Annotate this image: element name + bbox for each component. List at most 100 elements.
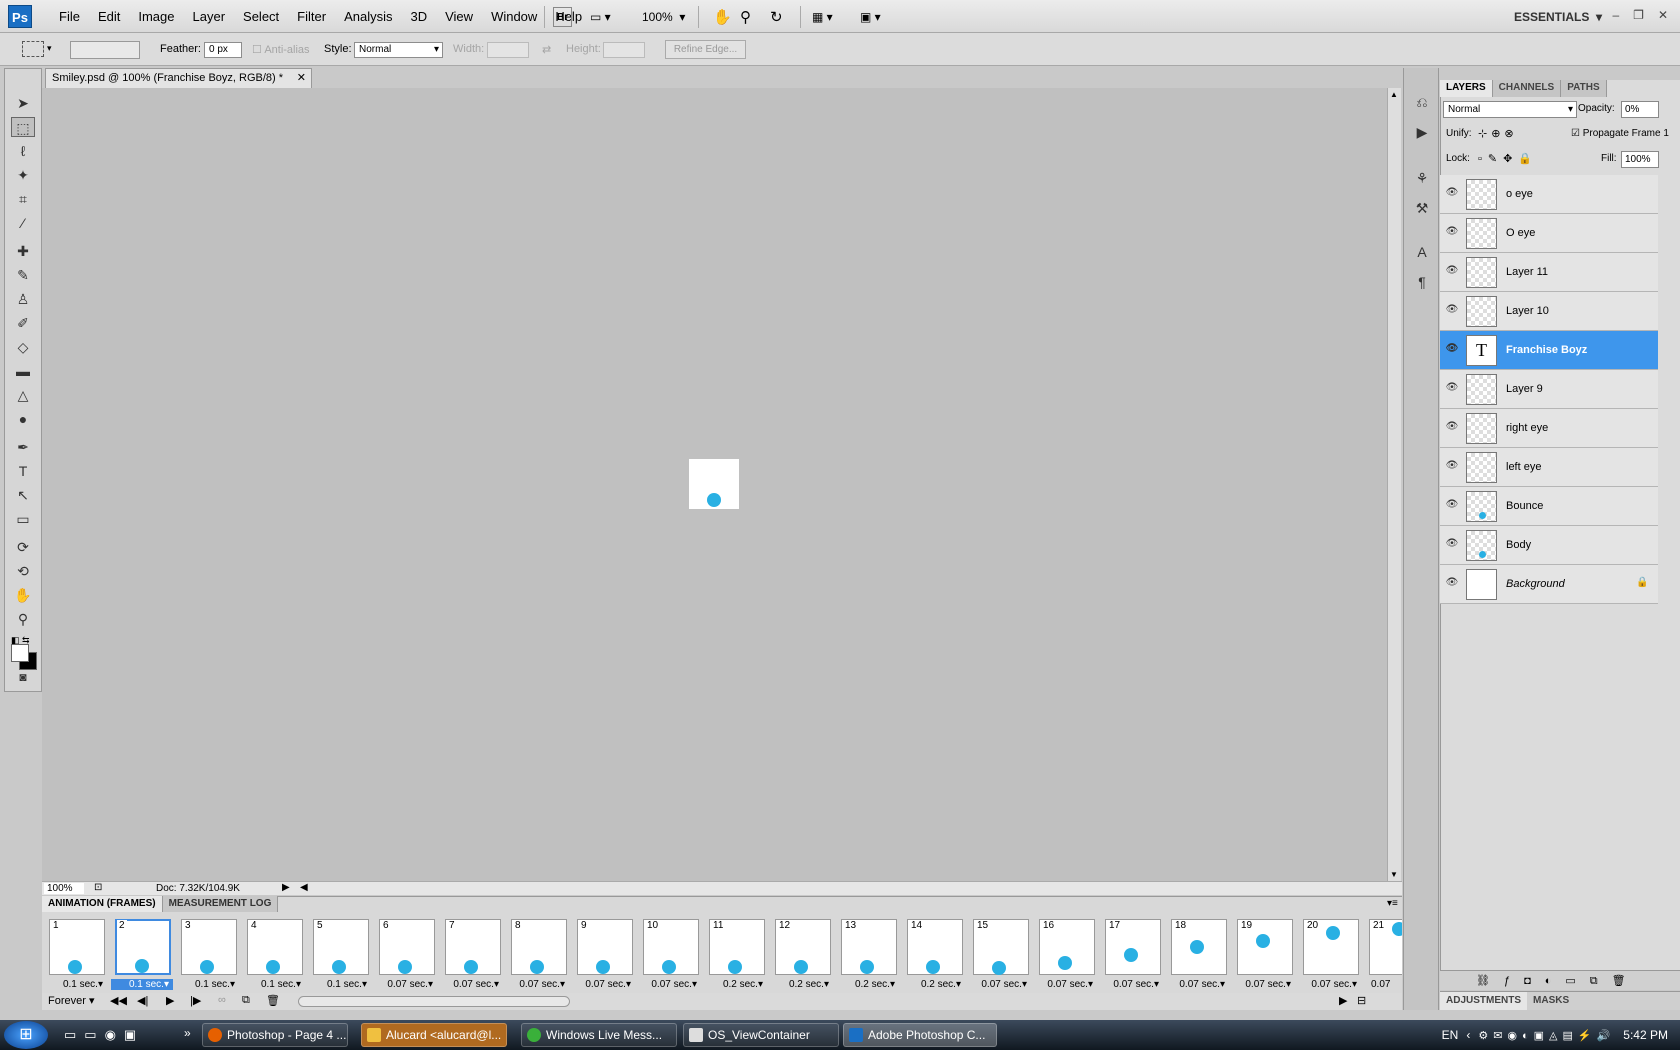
feather-input[interactable]: 0 px [204, 42, 242, 58]
taskbar-button-messenger[interactable]: Windows Live Mess... [521, 1023, 677, 1047]
marquee-preset-icon[interactable] [22, 41, 44, 57]
delete-frame-icon[interactable]: 🗑 [266, 994, 280, 1007]
width-input[interactable] [487, 42, 529, 58]
frame-delay[interactable]: 0.07 sec.▾ [1167, 979, 1229, 990]
play-icon[interactable]: ▶ [166, 994, 174, 1007]
status-menu-icon[interactable]: ⊡ [94, 882, 102, 893]
tab-masks[interactable]: MASKS [1527, 992, 1575, 1010]
menu-image[interactable]: Image [129, 9, 183, 24]
layer-row[interactable]: 👁 O eye [1440, 214, 1658, 253]
frame-delay[interactable]: 0.07 sec.▾ [573, 979, 635, 990]
clone-stamp-icon[interactable]: ♙ [11, 289, 35, 309]
clock[interactable]: 5:42 PM [1623, 1028, 1668, 1042]
taskbar-button-photoshop[interactable]: Adobe Photoshop C... [843, 1023, 997, 1047]
animation-frame[interactable]: 7 0.07 sec.▾ [441, 919, 503, 993]
rotate-view-icon[interactable]: ↻ [770, 7, 783, 27]
animation-frame[interactable]: 14 0.2 sec.▾ [903, 919, 965, 993]
frame-delay[interactable]: 0.07 sec.▾ [1299, 979, 1361, 990]
type-tool-icon[interactable]: T [11, 461, 35, 481]
start-button-icon[interactable]: ⊞ [4, 1021, 48, 1049]
panel-resize-icon[interactable]: ⊟ [1357, 994, 1366, 1007]
animation-frame[interactable]: 6 0.07 sec.▾ [375, 919, 437, 993]
menu-window[interactable]: Window [482, 9, 546, 24]
visibility-eye-icon[interactable]: 👁 [1444, 382, 1460, 396]
layer-row[interactable]: 👁 Body [1440, 526, 1658, 565]
duplicate-frame-icon[interactable]: ⧉ [242, 994, 250, 1007]
frame-delay[interactable]: 0.2 sec.▾ [903, 979, 965, 990]
taskbar-button-email[interactable]: Alucard <alucard@l... [361, 1023, 507, 1047]
menu-filter[interactable]: Filter [288, 9, 335, 24]
tray-icons[interactable]: ⚙✉◉◐▣◬▤⚡🔊 [1478, 1029, 1615, 1042]
zoom-tool-icon[interactable]: ⚲ [740, 7, 751, 27]
animation-frame[interactable]: 4 0.1 sec.▾ [243, 919, 305, 993]
frame-delay[interactable]: 0.07 sec.▾ [639, 979, 701, 990]
hand-tool-icon[interactable]: ✋ [11, 585, 35, 605]
tray-expand-icon[interactable]: ‹ [1466, 1028, 1470, 1042]
tween-icon[interactable]: ∞ [218, 994, 226, 1006]
animation-frame[interactable]: 8 0.07 sec.▾ [507, 919, 569, 993]
layer-row[interactable]: 👁 left eye [1440, 448, 1658, 487]
unify-icons[interactable]: ⊹⊕⊗ [1478, 127, 1518, 140]
animation-frame[interactable]: 5 0.1 sec.▾ [309, 919, 371, 993]
first-frame-icon[interactable]: ◀◀ [110, 994, 127, 1007]
tab-measurement-log[interactable]: MEASUREMENT LOG [162, 896, 279, 912]
layer-row[interactable]: 👁 Layer 9 [1440, 370, 1658, 409]
layer-row[interactable]: 👁 Layer 11 [1440, 253, 1658, 292]
crop-tool-icon[interactable]: ⌗ [11, 189, 35, 209]
animation-frame[interactable]: 3 0.1 sec.▾ [177, 919, 239, 993]
move-tool-icon[interactable]: ➤ [11, 93, 35, 113]
animation-frame[interactable]: 2 0.1 sec.▾ [111, 919, 173, 993]
frame-delay[interactable]: 0.07 sec.▾ [507, 979, 569, 990]
tab-animation-frames[interactable]: ANIMATION (FRAMES) [42, 896, 163, 912]
menu-select[interactable]: Select [234, 9, 288, 24]
screen-mode-button[interactable]: ▣ ▾ [860, 7, 881, 27]
frame-delay[interactable]: 0.2 sec.▾ [837, 979, 899, 990]
frame-delay[interactable]: 0.1 sec.▾ [243, 979, 305, 990]
layer-row[interactable]: 👁 o eye [1440, 175, 1658, 214]
loop-select[interactable]: Forever ▾ [48, 994, 94, 1007]
hand-tool-icon[interactable]: ✋ [713, 7, 732, 27]
hscroll-left-icon[interactable]: ◀ [300, 882, 308, 893]
frame-delay[interactable]: 0.07 sec.▾ [1101, 979, 1163, 990]
tab-layers[interactable]: LAYERS [1440, 80, 1493, 97]
animation-frame[interactable]: 9 0.07 sec.▾ [573, 919, 635, 993]
animation-frame[interactable]: 17 0.07 sec.▾ [1101, 919, 1163, 993]
quick-mask-icon[interactable]: ◙ [11, 667, 35, 687]
layer-row[interactable]: 👁 Background 🔒 [1440, 565, 1658, 604]
marquee-tool-icon[interactable]: ⬚ [11, 117, 35, 137]
frame-delay[interactable]: 0.1 sec.▾ [309, 979, 371, 990]
menu-3d[interactable]: 3D [401, 9, 436, 24]
visibility-eye-icon[interactable]: 👁 [1444, 226, 1460, 240]
taskbar-button-viewcontainer[interactable]: OS_ViewContainer [683, 1023, 839, 1047]
document-canvas[interactable] [689, 459, 739, 509]
propagate-checkbox[interactable]: ☑ Propagate Frame 1 [1571, 128, 1669, 139]
screen-mode-icon[interactable]: ▭ ▾ [590, 7, 611, 27]
clone-source-icon[interactable]: ⚘ [1411, 170, 1433, 190]
frame-delay[interactable]: 0.07 sec.▾ [969, 979, 1031, 990]
dodge-tool-icon[interactable]: ● [11, 409, 35, 429]
gradient-tool-icon[interactable]: ▬ [11, 361, 35, 381]
lasso-tool-icon[interactable]: ℓ [11, 141, 35, 161]
menu-view[interactable]: View [436, 9, 482, 24]
frame-delay[interactable]: 0.2 sec.▾ [771, 979, 833, 990]
eraser-icon[interactable]: ◇ [11, 337, 35, 357]
zoom-level-dropdown[interactable]: 100% ▾ [642, 7, 685, 27]
layer-row[interactable]: 👁 right eye [1440, 409, 1658, 448]
animation-frame[interactable]: 16 0.07 sec.▾ [1035, 919, 1097, 993]
frame-delay[interactable]: 0.07 sec.▾ [375, 979, 437, 990]
foreground-color-swatch[interactable] [11, 644, 29, 662]
quick-launch-expand-icon[interactable]: » [184, 1026, 191, 1040]
refine-edge-button[interactable]: Refine Edge... [665, 40, 746, 59]
pen-tool-icon[interactable]: ✒ [11, 437, 35, 457]
next-frame-icon[interactable]: |▶ [190, 994, 201, 1007]
opacity-input[interactable]: 0% [1621, 101, 1659, 118]
layer-row-selected[interactable]: 👁 T Franchise Boyz [1440, 331, 1658, 370]
history-panel-icon[interactable]: ⎌ [1411, 94, 1433, 114]
blend-mode-select[interactable]: Normal ▾ [1443, 101, 1577, 118]
visibility-eye-icon[interactable]: 👁 [1444, 304, 1460, 318]
zoom-field[interactable]: 100% [44, 883, 84, 894]
layer-row[interactable]: 👁 Layer 10 [1440, 292, 1658, 331]
character-panel-icon[interactable]: A [1411, 244, 1433, 264]
visibility-eye-icon[interactable]: 👁 [1444, 499, 1460, 513]
restore-icon[interactable]: ❐ [1633, 8, 1644, 22]
